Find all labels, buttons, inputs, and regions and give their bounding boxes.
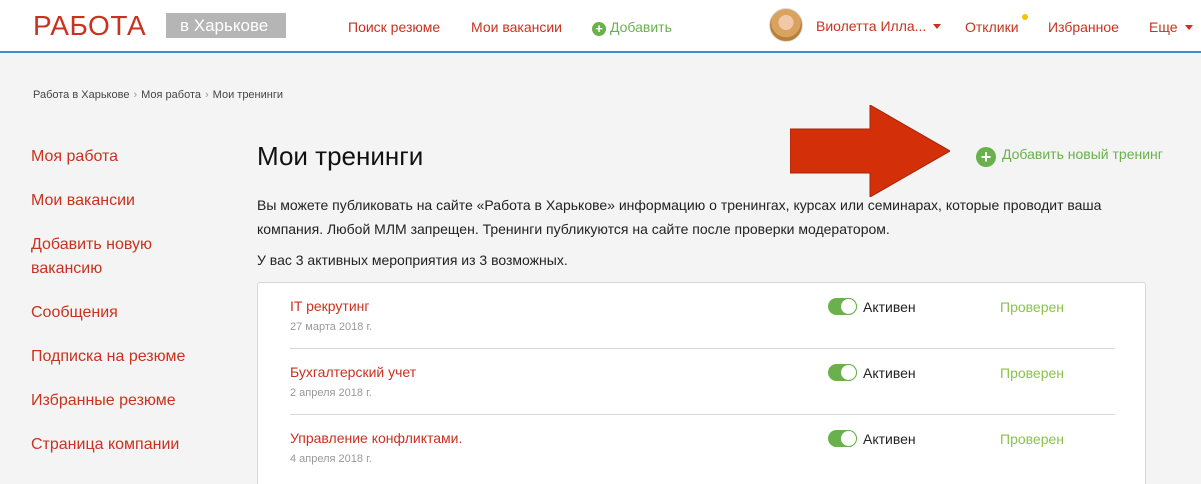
add-training-label: Добавить новый тренинг [1002,146,1163,162]
toggle-knob [840,298,857,315]
sidebar-item-my-work[interactable]: Моя работа [31,145,221,169]
active-toggle[interactable] [828,298,857,315]
nav-more-label: Еще [1149,19,1178,35]
training-status: Активен [863,365,916,381]
training-name-link[interactable]: Бухгалтерский учет [290,364,416,380]
list-item: IT рекрутинг 27 марта 2018 г. Активен Пр… [258,283,1147,349]
training-name-link[interactable]: Управление конфликтами. [290,430,462,446]
add-training-button[interactable]: + Добавить новый тренинг [976,146,1163,167]
sidebar-item-my-vacancies[interactable]: Мои вакансии [31,189,221,213]
training-date: 4 апреля 2018 г. [290,453,372,465]
moderation-status: Проверен [1000,365,1065,381]
breadcrumb-current: Мои тренинги [212,89,284,101]
training-name-link[interactable]: IT рекрутинг [290,298,369,314]
breadcrumb-item[interactable]: Моя работа [141,89,201,101]
sidebar-item-company-page[interactable]: Страница компании [31,433,221,457]
nav-search-resume[interactable]: Поиск резюме [348,18,440,36]
annotation-arrow-icon [790,105,950,197]
notification-dot-icon [1022,14,1028,20]
breadcrumb-item[interactable]: Работа в Харькове [33,89,129,101]
trainings-list: IT рекрутинг 27 марта 2018 г. Активен Пр… [257,282,1146,484]
caret-down-icon [933,24,942,29]
sidebar-item-add-vacancy[interactable]: Добавить новую вакансию [31,233,171,281]
toggle-knob [840,430,857,447]
nav-my-vacancies[interactable]: Мои вакансии [471,18,562,36]
breadcrumb: Работа в Харькове › Моя работа › Мои тренинг… [33,89,283,101]
plus-circle-icon: + [976,147,996,167]
nav-favorites[interactable]: Избранное [1048,18,1119,36]
sidebar: Моя работа Мои вакансии Добавить новую в… [31,145,221,477]
training-status: Активен [863,299,916,315]
breadcrumb-separator: › [205,89,209,101]
active-toggle[interactable] [828,364,857,381]
top-header: РАБОТА в Харькове Поиск резюме Мои вакан… [0,0,1201,53]
sidebar-item-favorite-resumes[interactable]: Избранные резюме [31,389,221,413]
user-name-label: Виолетта Илла... [816,18,927,34]
sidebar-item-messages[interactable]: Сообщения [31,301,221,325]
nav-add-label: Добавить [610,19,672,35]
active-toggle[interactable] [828,430,857,447]
plus-circle-icon: + [592,22,606,36]
toggle-knob [840,364,857,381]
moderation-status: Проверен [1000,299,1065,315]
page-description: Вы можете публиковать на сайте «Работа в… [257,197,1102,237]
training-status: Активен [863,431,916,447]
sidebar-item-resume-subscription[interactable]: Подписка на резюме [31,345,221,369]
training-date: 27 марта 2018 г. [290,321,373,333]
nav-responses[interactable]: Отклики [965,18,1019,36]
breadcrumb-separator: › [133,89,138,101]
moderation-status: Проверен [1000,431,1065,447]
nav-add-button[interactable]: + Добавить [592,18,672,36]
site-logo[interactable]: РАБОТА [33,12,146,40]
avatar[interactable] [769,8,803,42]
nav-more[interactable]: Еще [1149,18,1193,36]
training-date: 2 апреля 2018 г. [290,387,372,399]
active-count-text: У вас 3 активных мероприятия из 3 возмож… [257,252,568,268]
user-menu[interactable]: Виолетта Илла... [816,18,942,34]
page-title: Мои тренинги [257,141,424,171]
list-item: Управление конфликтами. 4 апреля 2018 г.… [258,415,1147,481]
caret-down-icon [1184,25,1193,30]
site-logo-city[interactable]: в Харькове [166,13,286,38]
list-item: Бухгалтерский учет 2 апреля 2018 г. Акти… [258,349,1147,415]
